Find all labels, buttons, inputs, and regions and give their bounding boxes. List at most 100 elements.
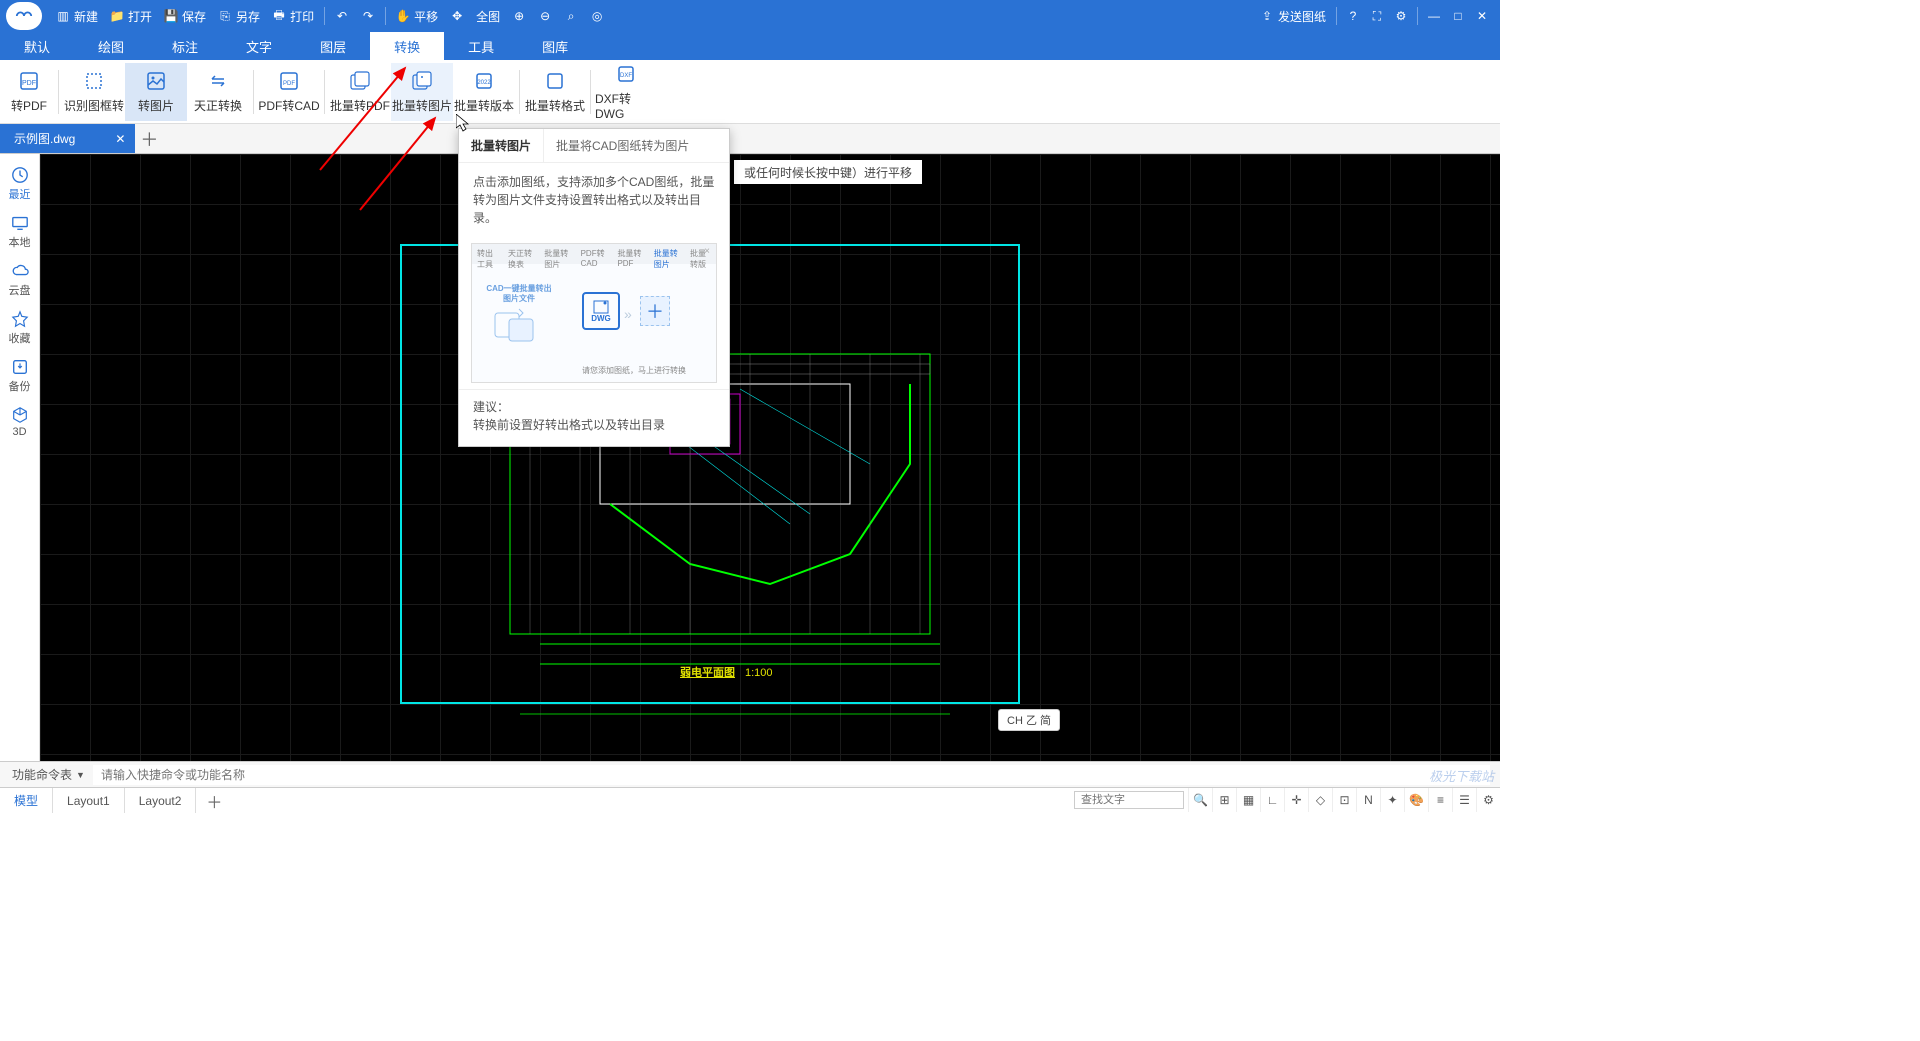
separator (1336, 7, 1337, 25)
add-tab-button[interactable]: ＋ (135, 124, 163, 153)
menu-convert[interactable]: 转换 (370, 32, 444, 60)
menu-annotate[interactable]: 标注 (148, 32, 222, 60)
status-bar: 模型 Layout1 Layout2 ＋ 🔍 ⊞ ▦ ∟ ✛ ◇ ⊡ N ✦ 🎨… (0, 787, 1500, 813)
status-grid-button[interactable]: ▦ (1236, 788, 1260, 812)
new-button[interactable]: ▥新建 (50, 8, 104, 25)
close-tab-button[interactable]: ✕ (115, 132, 125, 146)
menu-tools[interactable]: 工具 (444, 32, 518, 60)
pan-button[interactable]: ✋平移 (390, 8, 444, 25)
nav-3d[interactable]: 3D (2, 400, 38, 444)
layout-tab-2[interactable]: Layout2 (125, 788, 197, 813)
status-ortho-button[interactable]: ∟ (1260, 788, 1284, 812)
zoom-out-icon: ⊖ (538, 9, 552, 23)
snap-icon: ⊞ (1219, 793, 1229, 807)
drawing-canvas[interactable]: 或任何时候长按中键）进行平移 弱电平面图1:100 (40, 154, 1500, 761)
minimize-icon: — (1428, 9, 1440, 23)
nav-backup[interactable]: 备份 (2, 352, 38, 400)
batch-version-icon: 2022 (472, 69, 496, 93)
redo-button[interactable]: ↷ (355, 9, 381, 23)
undo-button[interactable]: ↶ (329, 9, 355, 23)
save-button[interactable]: 💾保存 (158, 8, 212, 25)
status-color-button[interactable]: 🎨 (1404, 788, 1428, 812)
dxf-to-dwg-button[interactable]: DXFDXF转DWG (595, 63, 657, 121)
layout-tab-1[interactable]: Layout1 (53, 788, 125, 813)
grid-icon: ▦ (1243, 793, 1254, 807)
share-icon: ⇪ (1260, 9, 1274, 23)
batch-pdf-button[interactable]: 批量转PDF (329, 63, 391, 121)
tooltip-illustration: 转出工具天正转换表批量转图片PDF转CAD批量转PDF批量转图片批量转版 × C… (471, 243, 717, 383)
title-bar: ▥新建 📁打开 💾保存 ⎘另存 🖶打印 ↶ ↷ ✋平移 ✥ 全图 ⊕ ⊖ ⌕ ◎… (0, 0, 1500, 32)
menu-draw[interactable]: 绘图 (74, 32, 148, 60)
nav-local[interactable]: 本地 (2, 208, 38, 256)
ribbon-toolbar: PDF转PDF 识别图框转 转图片 天正转换 PDFPDF转CAD 批量转PDF… (0, 60, 1500, 124)
open-button[interactable]: 📁打开 (104, 8, 158, 25)
menu-text[interactable]: 文字 (222, 32, 296, 60)
zoom-extents-button[interactable]: ◎ (584, 9, 610, 23)
minimize-button[interactable]: — (1422, 4, 1446, 28)
batch-format-icon (543, 69, 567, 93)
recognize-frame-button[interactable]: 识别图框转 (63, 63, 125, 121)
pdf-to-cad-button[interactable]: PDFPDF转CAD (258, 63, 320, 121)
help-button[interactable]: ? (1341, 4, 1365, 28)
separator (324, 7, 325, 25)
tooltip-body: 点击添加图纸，支持添加多个CAD图纸，批量转为图片文件支持设置转出格式以及转出目… (459, 163, 729, 237)
find-text-input[interactable] (1074, 791, 1184, 809)
separator (519, 70, 520, 114)
command-label[interactable]: 功能命令表▼ (0, 766, 93, 783)
print-icon: 🖶 (272, 9, 286, 23)
send-drawing-button[interactable]: ⇪发送图纸 (1254, 8, 1332, 25)
cube-icon (11, 406, 29, 424)
zoom-in-icon: ⊕ (512, 9, 526, 23)
polar-icon: ✛ (1291, 793, 1301, 807)
fit-button[interactable]: 全图 (470, 8, 506, 25)
status-props-button[interactable]: ☰ (1452, 788, 1476, 812)
illustration-text: CAD一键批量转出图片文件 (484, 284, 554, 347)
batch-version-button[interactable]: 2022批量转版本 (453, 63, 515, 121)
print-button[interactable]: 🖶打印 (266, 8, 320, 25)
status-snap-button[interactable]: ⊞ (1212, 788, 1236, 812)
zoom-window-icon: ⌕ (564, 9, 578, 23)
document-tab-bar: 示例图.dwg ✕ ＋ (0, 124, 1500, 154)
nav-recent[interactable]: 最近 (2, 160, 38, 208)
command-input[interactable] (93, 765, 1490, 785)
tooltip-subtitle: 批量将CAD图纸转为图片 (543, 129, 701, 162)
layout-tab-model[interactable]: 模型 (0, 788, 53, 813)
add-layout-button[interactable]: ＋ (196, 788, 232, 813)
search-button[interactable]: 🔍 (1188, 788, 1212, 812)
fullscreen-button[interactable]: ⛶ (1365, 4, 1389, 28)
ime-indicator: CH 乙 简 (998, 709, 1060, 731)
status-settings-button[interactable]: ⚙ (1476, 788, 1500, 812)
move-button[interactable]: ✥ (444, 9, 470, 23)
separator (58, 70, 59, 114)
zoom-in-button[interactable]: ⊕ (506, 9, 532, 23)
nav-cloud[interactable]: 云盘 (2, 256, 38, 304)
batch-image-icon (410, 69, 434, 93)
status-layer-button[interactable]: ≡ (1428, 788, 1452, 812)
document-tab[interactable]: 示例图.dwg ✕ (0, 124, 135, 153)
status-north-button[interactable]: N (1356, 788, 1380, 812)
maximize-button[interactable]: □ (1446, 4, 1470, 28)
svg-text:2022: 2022 (477, 80, 491, 86)
zoom-window-button[interactable]: ⌕ (558, 9, 584, 23)
tianzheng-convert-button[interactable]: 天正转换 (187, 63, 249, 121)
status-compass-button[interactable]: ✦ (1380, 788, 1404, 812)
close-button[interactable]: ✕ (1470, 4, 1494, 28)
batch-format-button[interactable]: 批量转格式 (524, 63, 586, 121)
status-osnap-button[interactable]: ◇ (1308, 788, 1332, 812)
dxf-icon: DXF (614, 63, 638, 86)
settings-button[interactable]: ⚙ (1389, 4, 1413, 28)
cloud-icon (11, 262, 29, 280)
menu-layer[interactable]: 图层 (296, 32, 370, 60)
status-polar-button[interactable]: ✛ (1284, 788, 1308, 812)
saveas-button[interactable]: ⎘另存 (212, 8, 266, 25)
batch-pdf-icon (348, 69, 372, 93)
menu-library[interactable]: 图库 (518, 32, 592, 60)
zoom-out-button[interactable]: ⊖ (532, 9, 558, 23)
canvas-hint-banner: 或任何时候长按中键）进行平移 (734, 160, 922, 184)
to-image-button[interactable]: 转图片 (125, 63, 187, 121)
batch-image-button[interactable]: 批量转图片 (391, 63, 453, 121)
menu-default[interactable]: 默认 (0, 32, 74, 60)
nav-favorite[interactable]: 收藏 (2, 304, 38, 352)
status-track-button[interactable]: ⊡ (1332, 788, 1356, 812)
to-pdf-button[interactable]: PDF转PDF (4, 63, 54, 121)
